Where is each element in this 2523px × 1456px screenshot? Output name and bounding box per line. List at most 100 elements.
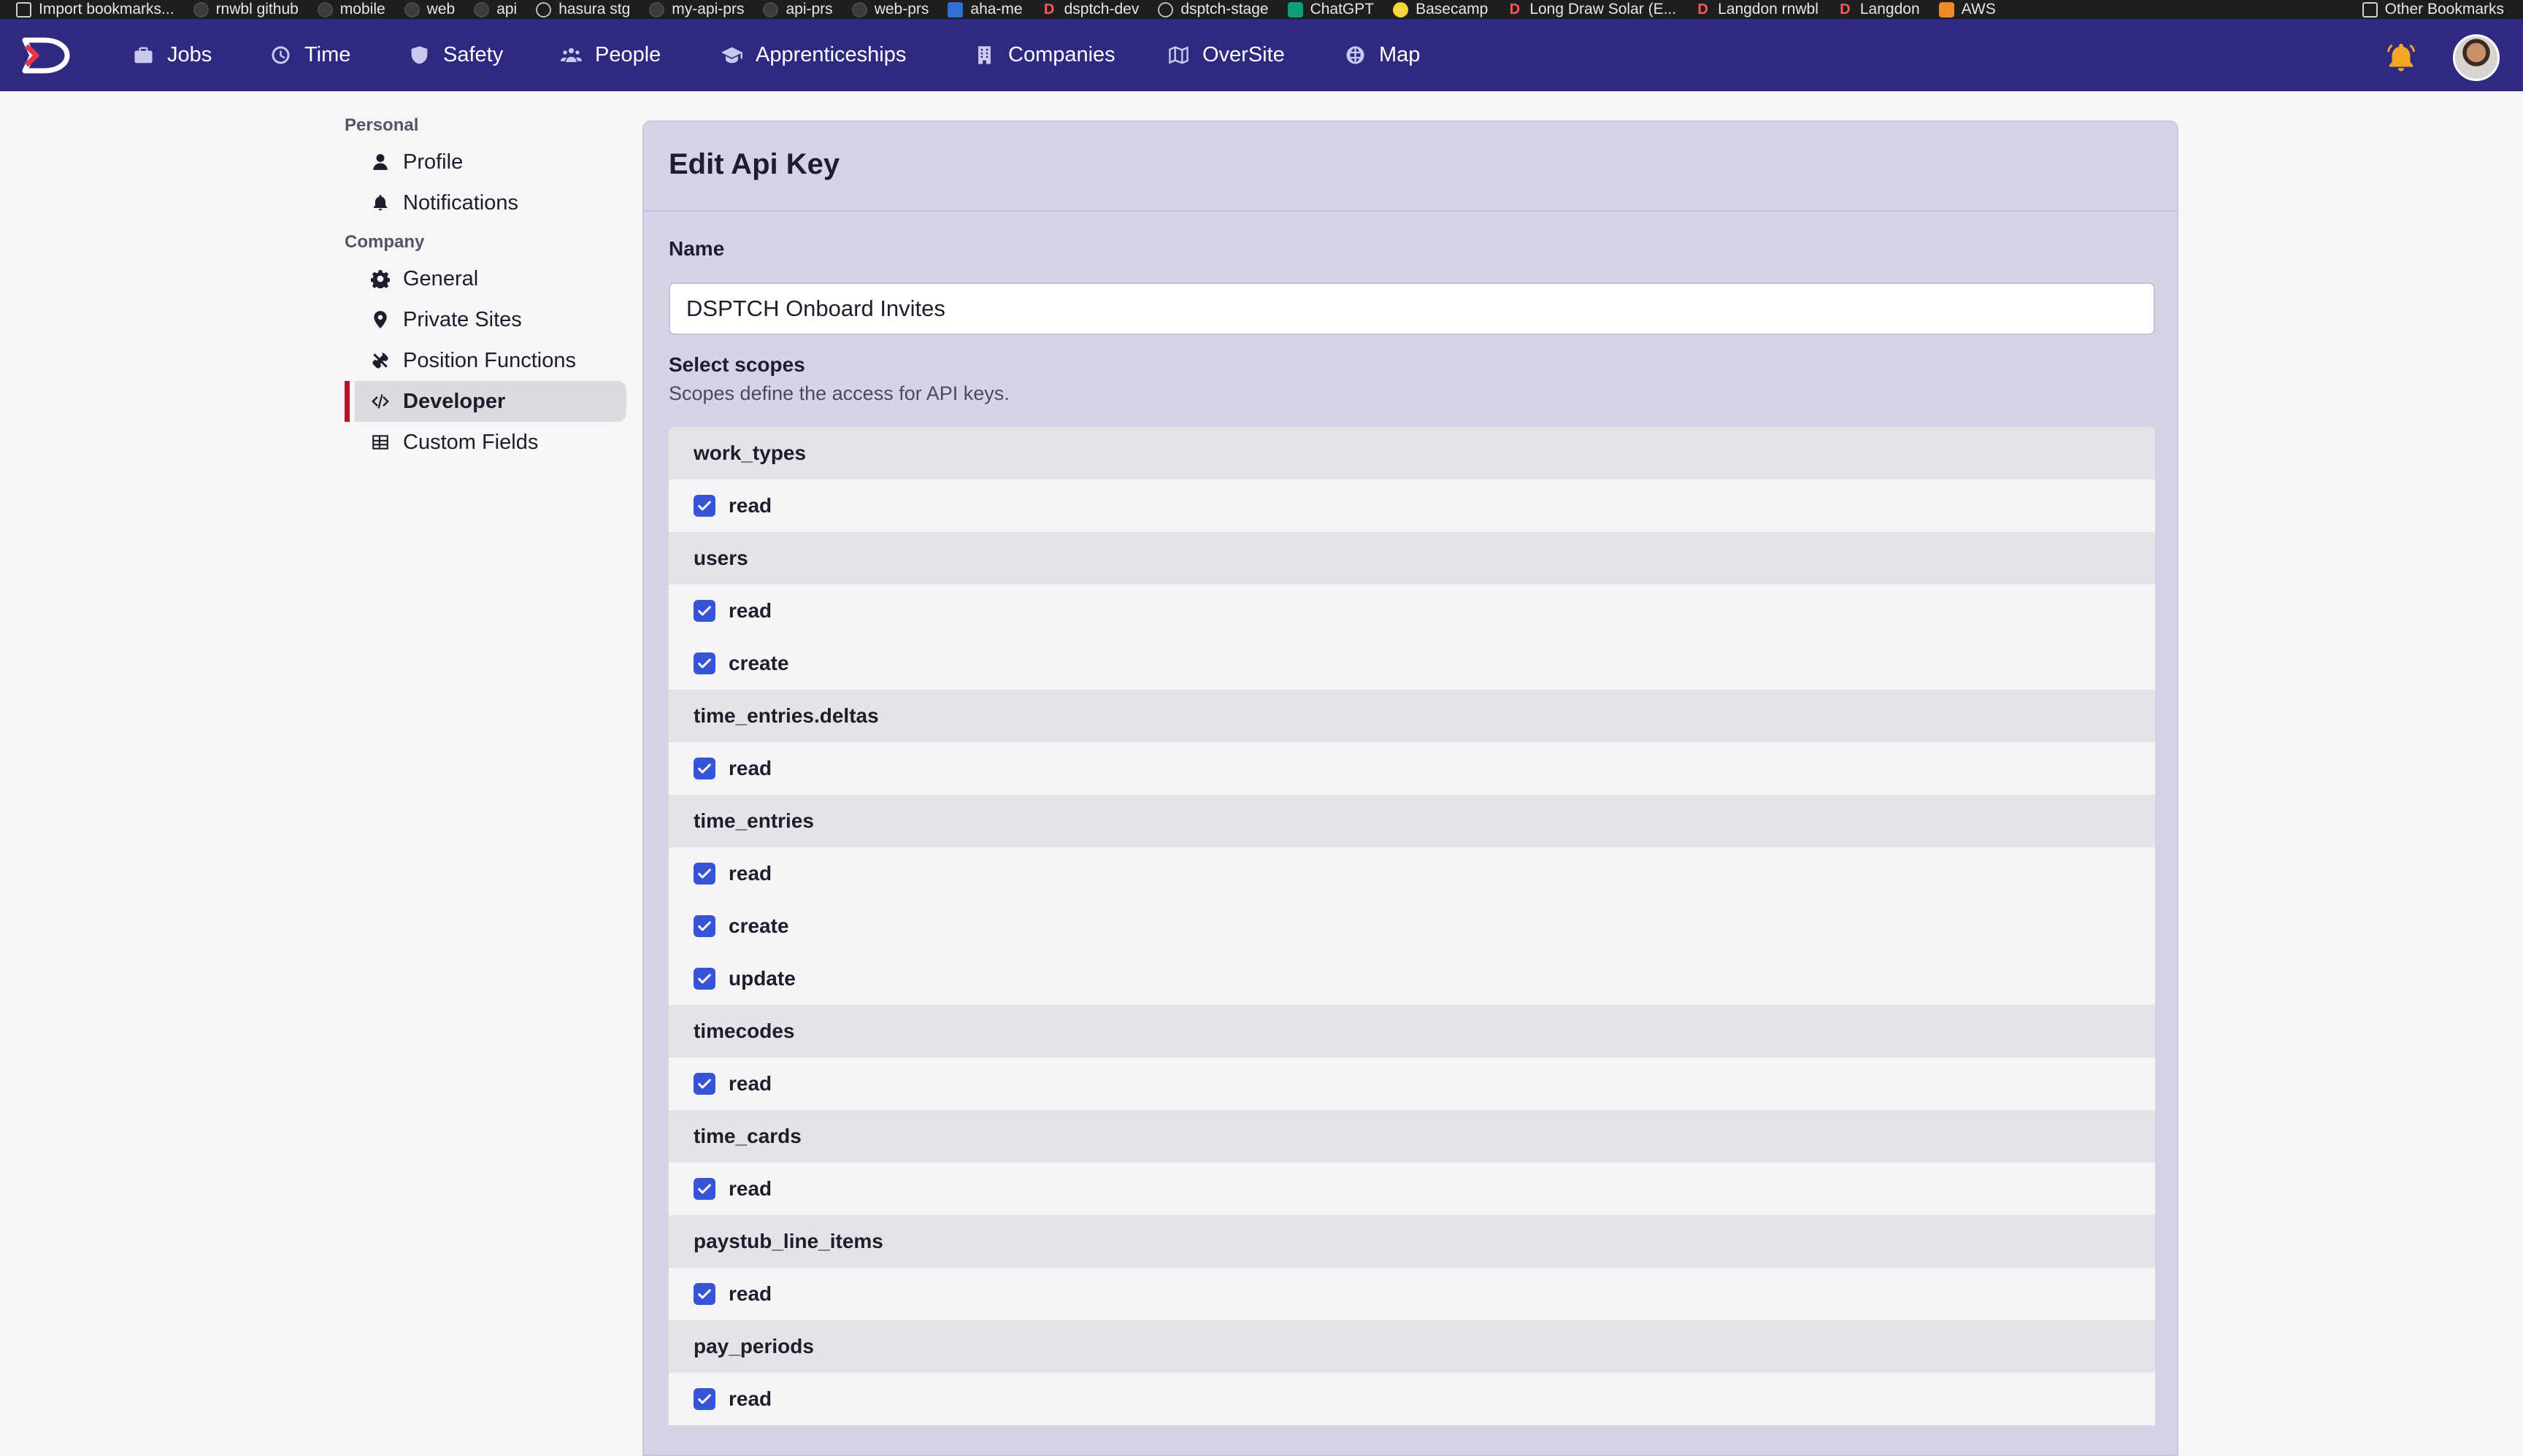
- header-divider: [644, 210, 2177, 212]
- nav-people[interactable]: People: [561, 19, 661, 91]
- permission-checkbox[interactable]: [694, 1073, 715, 1095]
- bookmark-label: dsptch-dev: [1064, 1, 1140, 18]
- sidebar-item-general[interactable]: General: [345, 258, 626, 299]
- nav-safety-label: Safety: [443, 43, 504, 66]
- permission-checkbox[interactable]: [694, 1388, 715, 1410]
- bookmark-label: api: [496, 1, 518, 18]
- sidebar-item-custom-fields[interactable]: Custom Fields: [345, 422, 626, 463]
- scope-permission-row[interactable]: update: [669, 952, 2155, 1005]
- bookmark-item[interactable]: D Langdon rnwbl: [1695, 0, 1819, 19]
- bookmark-label: dsptch-stage: [1180, 1, 1269, 18]
- bookmark-label: web-prs: [874, 1, 929, 18]
- permission-label: read: [729, 1282, 772, 1305]
- sidebar-item-developer[interactable]: Developer: [345, 381, 626, 422]
- briefcase-icon: [134, 47, 153, 63]
- permission-label: read: [729, 1387, 772, 1410]
- sidebar-item-notifications[interactable]: Notifications: [345, 182, 626, 223]
- sidebar-item-private-sites[interactable]: Private Sites: [345, 299, 626, 340]
- bookmark-item[interactable]: D Langdon: [1837, 0, 1920, 19]
- user-avatar[interactable]: [2453, 34, 2500, 81]
- sidebar-item-position-functions[interactable]: Position Functions: [345, 340, 626, 381]
- nav-apprenticeships[interactable]: Apprenticeships: [721, 19, 906, 91]
- scope-permission-row[interactable]: create: [669, 637, 2155, 690]
- scope-permission-row[interactable]: read: [669, 847, 2155, 900]
- bookmark-item[interactable]: api-prs: [763, 0, 833, 19]
- bookmark-item[interactable]: Basecamp: [1393, 0, 1488, 19]
- nav-jobs[interactable]: Jobs: [133, 19, 212, 91]
- bookmark-item[interactable]: rnwbl github: [193, 0, 299, 19]
- scope-permission-row[interactable]: create: [669, 900, 2155, 952]
- chatgpt-icon: [1287, 1, 1303, 18]
- nav-map-label: Map: [1379, 43, 1421, 66]
- bookmark-label: mobile: [339, 1, 385, 18]
- permission-checkbox[interactable]: [694, 495, 715, 517]
- github-icon: [317, 1, 333, 18]
- permission-checkbox[interactable]: [694, 1283, 715, 1305]
- bookmark-item[interactable]: ChatGPT: [1287, 0, 1375, 19]
- globe-icon: [536, 1, 552, 18]
- scope-group-header: paystub_line_items: [669, 1215, 2155, 1268]
- permission-label: read: [729, 757, 772, 779]
- import-icon: [16, 1, 31, 18]
- name-input[interactable]: [669, 282, 2155, 335]
- sidebar-item-label: Custom Fields: [403, 430, 539, 454]
- nav-map[interactable]: Map: [1345, 19, 1420, 91]
- scope-permission-row[interactable]: read: [669, 1268, 2155, 1320]
- bookmark-item[interactable]: Ddsptch-dev: [1042, 0, 1140, 19]
- scope-permission-row[interactable]: read: [669, 1163, 2155, 1215]
- bookmark-item[interactable]: aha-me: [948, 0, 1023, 19]
- sidebar-section-company: Company: [345, 232, 425, 252]
- nav-jobs-label: Jobs: [167, 43, 212, 66]
- globe-icon: [1346, 46, 1364, 64]
- code-icon: [372, 394, 389, 409]
- bookmark-item[interactable]: AWS: [1938, 0, 1996, 19]
- permission-checkbox[interactable]: [694, 863, 715, 885]
- dsptch-icon: D: [1697, 1, 1708, 18]
- edit-api-key-card: Edit Api Key Name Select scopes Scopes d…: [642, 120, 2178, 1456]
- bookmark-item[interactable]: dsptch-stage: [1158, 0, 1269, 19]
- bookmark-item[interactable]: api: [474, 0, 517, 19]
- github-icon: [193, 1, 209, 18]
- scope-group-header: pay_periods: [669, 1320, 2155, 1373]
- bookmark-item[interactable]: hasura stg: [536, 0, 630, 19]
- sidebar-item-label: Notifications: [403, 190, 518, 215]
- bookmark-item[interactable]: web-prs: [851, 0, 929, 19]
- scope-permission-row[interactable]: read: [669, 585, 2155, 637]
- clock-icon: [272, 46, 290, 64]
- permission-checkbox[interactable]: [694, 1178, 715, 1200]
- bookmark-label: ChatGPT: [1310, 1, 1375, 18]
- bookmark-label: Basecamp: [1416, 1, 1489, 18]
- scope-permission-row[interactable]: read: [669, 479, 2155, 532]
- nav-oversite[interactable]: OverSite: [1168, 19, 1285, 91]
- bookmark-label: api-prs: [786, 1, 833, 18]
- bookmark-label: my-api-prs: [672, 1, 745, 18]
- dsptch-icon: D: [1509, 1, 1521, 18]
- permission-checkbox[interactable]: [694, 758, 715, 779]
- other-bookmarks[interactable]: Other Bookmarks: [2362, 0, 2504, 19]
- nav-safety[interactable]: Safety: [409, 19, 503, 91]
- nav-companies[interactable]: Companies: [974, 19, 1115, 91]
- shield-icon: [411, 46, 428, 64]
- permission-checkbox[interactable]: [694, 968, 715, 990]
- people-icon: [561, 47, 582, 63]
- scope-group-header: timecodes: [669, 1005, 2155, 1058]
- bookmark-item[interactable]: web: [404, 0, 455, 19]
- github-icon: [474, 1, 490, 18]
- permission-label: read: [729, 1072, 772, 1095]
- scope-permission-row[interactable]: read: [669, 742, 2155, 795]
- bookmark-item[interactable]: D Long Draw Solar (E...: [1507, 0, 1677, 19]
- bookmark-item[interactable]: Import bookmarks...: [16, 0, 174, 19]
- permission-checkbox[interactable]: [694, 600, 715, 622]
- bookmark-item[interactable]: my-api-prs: [649, 0, 744, 19]
- scope-permission-row[interactable]: read: [669, 1373, 2155, 1425]
- sidebar-item-profile[interactable]: Profile: [345, 142, 626, 182]
- notification-bell-icon[interactable]: [2384, 41, 2418, 74]
- nav-time[interactable]: Time: [270, 19, 350, 91]
- scope-permission-row[interactable]: read: [669, 1058, 2155, 1110]
- permission-checkbox[interactable]: [694, 652, 715, 674]
- dsptch-logo-icon[interactable]: [22, 37, 70, 74]
- bookmark-item[interactable]: mobile: [317, 0, 385, 19]
- sidebar-item-label: Developer: [403, 389, 506, 413]
- permission-checkbox[interactable]: [694, 915, 715, 937]
- table-icon: [372, 435, 388, 450]
